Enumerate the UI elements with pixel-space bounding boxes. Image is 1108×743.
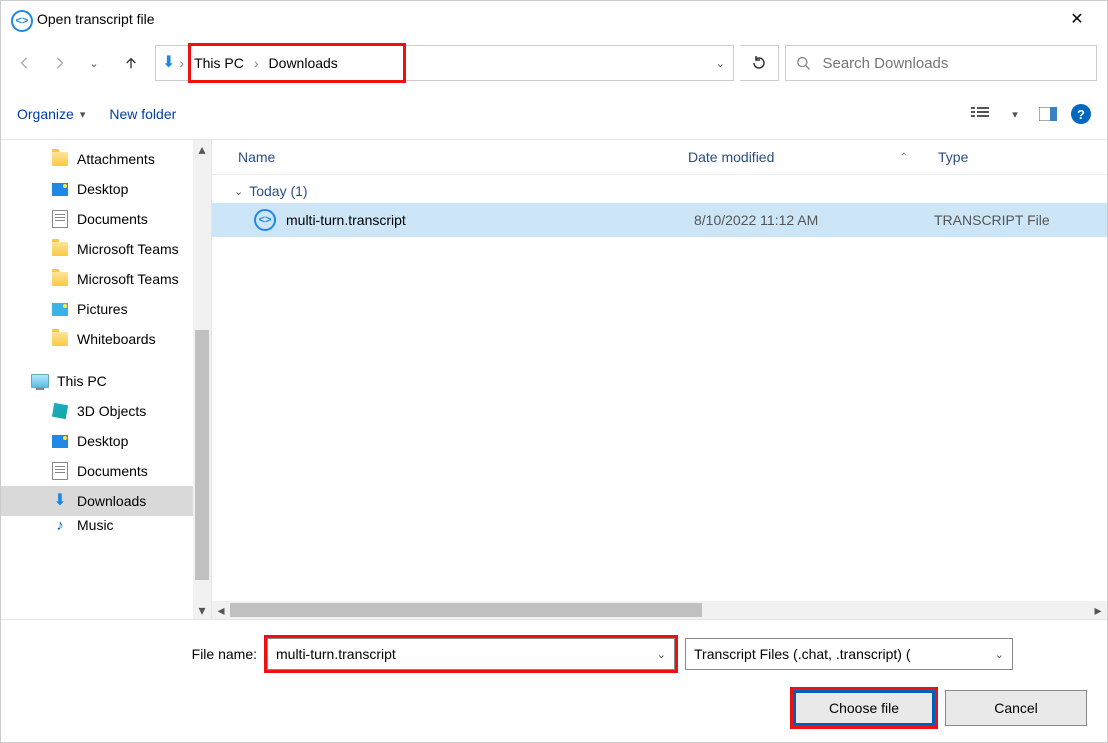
nav-whiteboards[interactable]: Whiteboards: [1, 324, 211, 354]
column-headers: Name Date modified⌃ Type: [212, 140, 1107, 175]
back-button[interactable]: [11, 49, 39, 77]
music-icon: ♪: [51, 516, 69, 534]
chevron-down-icon: ⌄: [234, 185, 243, 198]
scroll-thumb[interactable]: [195, 330, 209, 580]
scroll-left-icon[interactable]: ◂: [212, 602, 230, 619]
chevron-down-icon: ▾: [80, 108, 86, 121]
col-name[interactable]: Name: [212, 149, 678, 165]
nav-msteams-2[interactable]: Microsoft Teams: [1, 264, 211, 294]
nav-desktop[interactable]: Desktop: [1, 174, 211, 204]
col-type[interactable]: Type: [928, 149, 1107, 165]
download-icon: ⬇: [51, 492, 69, 510]
transcript-file-icon: <>: [254, 209, 276, 231]
up-button[interactable]: [117, 49, 145, 77]
file-type-filter[interactable]: Transcript Files (.chat, .transcript) ( …: [685, 638, 1013, 670]
chevron-down-icon[interactable]: ⌄: [716, 57, 725, 70]
choose-file-button[interactable]: Choose file: [793, 690, 935, 726]
nav-pc-documents[interactable]: Documents: [1, 456, 211, 486]
group-today[interactable]: ⌄Today (1): [212, 175, 1107, 203]
file-row[interactable]: <> multi-turn.transcript 8/10/2022 11:12 …: [212, 203, 1107, 237]
chevron-down-icon[interactable]: ⌄: [995, 648, 1004, 661]
nav-pc-music[interactable]: ♪Music: [1, 516, 211, 534]
list-hscrollbar[interactable]: ◂ ▸: [212, 601, 1107, 619]
organize-button[interactable]: Organize▾: [17, 106, 85, 122]
nav-3dobjects[interactable]: 3D Objects: [1, 396, 211, 426]
search-icon: [796, 55, 810, 71]
nav-msteams[interactable]: Microsoft Teams: [1, 234, 211, 264]
sort-indicator-icon: ⌃: [900, 152, 908, 163]
refresh-button[interactable]: [740, 45, 779, 81]
filename-input[interactable]: multi-turn.transcript ⌄: [267, 638, 675, 670]
col-date[interactable]: Date modified⌃: [678, 149, 928, 165]
filename-label: File name:: [17, 646, 257, 662]
nav-pc-downloads[interactable]: ⬇Downloads: [1, 486, 211, 516]
preview-pane-icon[interactable]: [1035, 101, 1061, 127]
nav-thispc[interactable]: This PC: [1, 366, 211, 396]
search-input[interactable]: [820, 54, 1096, 73]
file-type: TRANSCRIPT File: [934, 212, 1107, 228]
nav-scrollbar[interactable]: ▴ ▾: [193, 140, 211, 619]
nav-pictures[interactable]: Pictures: [1, 294, 211, 324]
scroll-right-icon[interactable]: ▸: [1089, 602, 1107, 619]
chevron-right-icon: ›: [179, 55, 184, 71]
nav-pc-desktop[interactable]: Desktop: [1, 426, 211, 456]
new-folder-button[interactable]: New folder: [109, 106, 176, 122]
file-date: 8/10/2022 11:12 AM: [694, 212, 934, 228]
nav-attachments[interactable]: Attachments: [1, 144, 211, 174]
forward-button[interactable]: [45, 49, 73, 77]
scroll-up-icon[interactable]: ▴: [193, 140, 211, 158]
nav-documents[interactable]: Documents: [1, 204, 211, 234]
app-icon: <>: [11, 10, 29, 28]
close-icon[interactable]: ✕: [1057, 9, 1097, 29]
annotation-breadcrumb-highlight: [188, 43, 406, 83]
view-dropdown[interactable]: ▾: [1001, 101, 1027, 127]
chevron-down-icon[interactable]: ⌄: [657, 648, 666, 661]
cancel-button[interactable]: Cancel: [945, 690, 1087, 726]
hscroll-thumb[interactable]: [230, 603, 702, 617]
address-bar[interactable]: ⬇ › This PC › Downloads ⌄: [155, 45, 734, 81]
view-list-icon[interactable]: [967, 101, 993, 127]
help-icon[interactable]: ?: [1071, 104, 1091, 124]
navigation-pane: Attachments Desktop Documents Microsoft …: [1, 140, 212, 619]
downloads-icon: ⬇: [162, 55, 175, 71]
search-box[interactable]: [785, 45, 1097, 81]
window-title: Open transcript file: [37, 11, 1057, 27]
file-name: multi-turn.transcript: [286, 212, 406, 228]
recent-dropdown[interactable]: ⌄: [79, 49, 107, 77]
scroll-down-icon[interactable]: ▾: [193, 601, 211, 619]
